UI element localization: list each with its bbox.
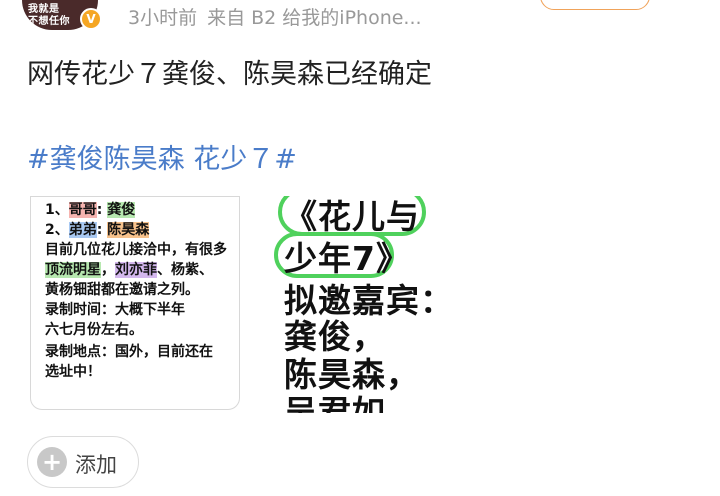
- avatar-text-line1: 我就是: [28, 4, 60, 15]
- post-meta: 3小时前 来自 B2 给我的iPhone...: [128, 3, 422, 30]
- image1-line-5: 黄杨钿甜都在邀请之列。: [45, 282, 199, 298]
- image2-line-6: 吴君如: [284, 393, 386, 413]
- image1-line-3: 目前几位花儿接洽中，有很多: [45, 242, 227, 258]
- image2-line-2: 少年7》: [284, 239, 410, 278]
- add-button[interactable]: + 添加: [27, 436, 139, 488]
- image1-line-6: 录制时间：大概下半年: [45, 302, 185, 318]
- image1-line-7: 六七月份左右。: [45, 322, 143, 338]
- hashtag-link[interactable]: #龚俊陈昊森 花少７#: [27, 137, 297, 176]
- image1-line-4: 顶流明星，刘亦菲、杨紫、: [45, 262, 213, 278]
- post-image-2[interactable]: 《花儿与 少年7》 拟邀嘉宾： 龚俊， 陈昊森， 吴君如: [252, 196, 469, 413]
- image1-line-2: 2、弟弟: 陈昊森: [45, 222, 150, 238]
- image1-line-9: 选址中！: [45, 364, 101, 380]
- avatar-text-line2: 不想任你: [28, 16, 70, 27]
- add-button-label: 添加: [75, 453, 117, 477]
- post-source: 来自 B2 给我的iPhone...: [207, 7, 422, 29]
- verified-badge-icon: V: [80, 8, 102, 30]
- post-time: 3小时前: [128, 7, 198, 29]
- post-text: 网传花少７龚俊、陈昊森已经确定: [27, 59, 432, 90]
- post-image-1[interactable]: 1、哥哥: 龚俊 2、弟弟: 陈昊森 目前几位花儿接洽中，有很多 顶流明星，刘亦…: [30, 196, 240, 410]
- image1-line-8: 录制地点：国外，目前还在: [45, 344, 213, 360]
- image1-line-1: 1、哥哥: 龚俊: [45, 202, 136, 218]
- plus-circle-icon: +: [37, 447, 67, 477]
- follow-button[interactable]: [540, 0, 650, 10]
